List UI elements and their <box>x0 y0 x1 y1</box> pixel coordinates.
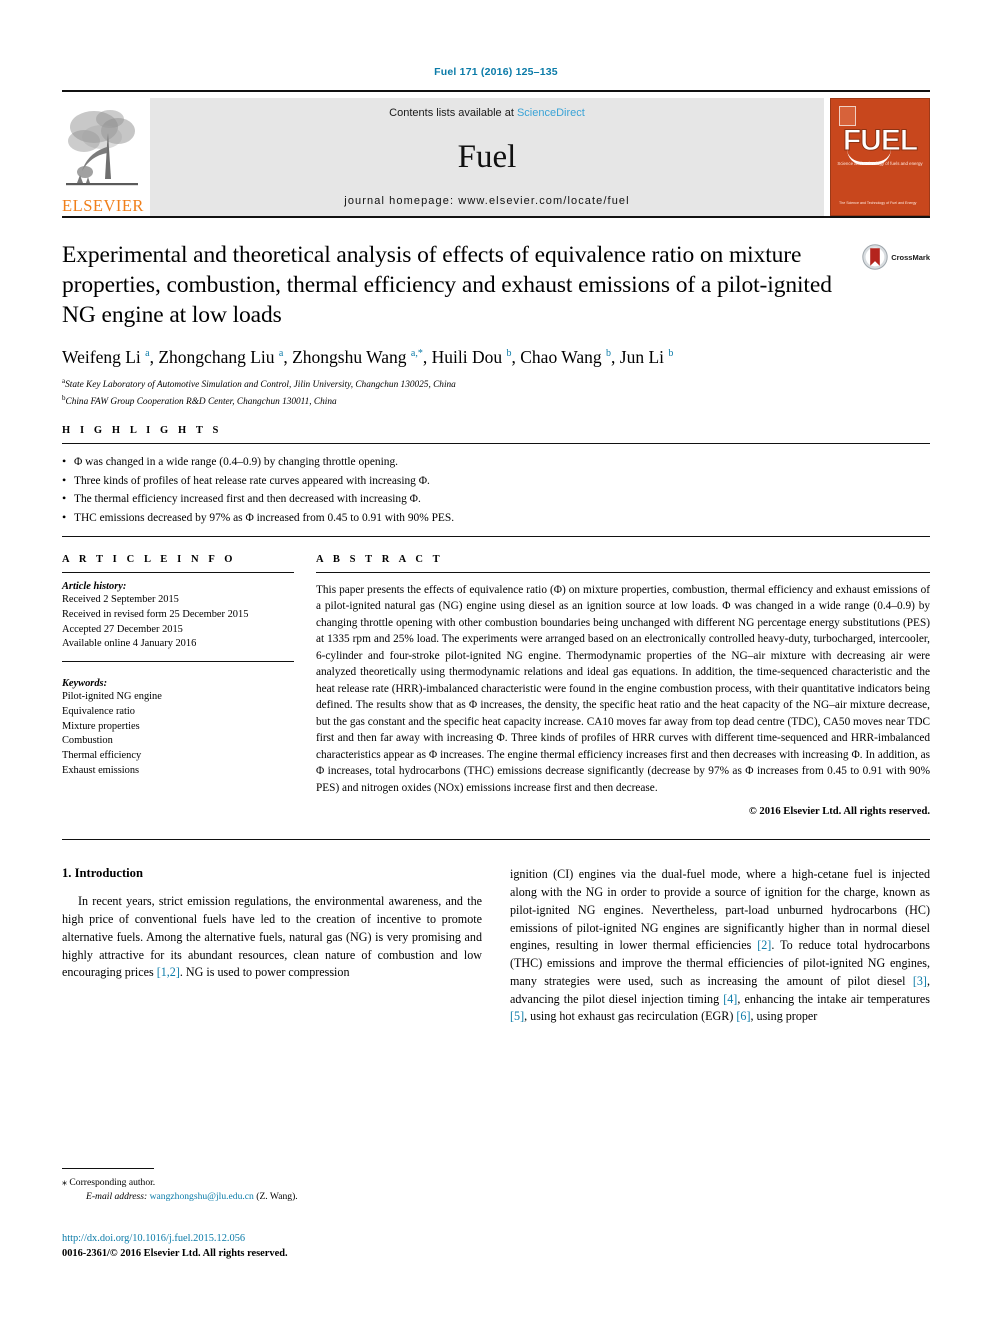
highlights-heading-row: H I G H L I G H T S <box>62 409 930 443</box>
cover-subtitle: Science and technology of fuels and ener… <box>837 161 923 166</box>
history-line: Available online 4 January 2016 <box>62 638 197 650</box>
crossmark-badge[interactable]: CrossMark <box>862 244 930 270</box>
masthead-center-panel: Contents lists available at ScienceDirec… <box>150 98 824 216</box>
cover-footer-text: The Science and Technology of Fuel and E… <box>839 200 917 205</box>
keyword-item: Combustion <box>62 735 113 747</box>
copyright-line: © 2016 Elsevier Ltd. All rights reserved… <box>748 806 930 818</box>
email-label: E-mail address: <box>86 1191 148 1203</box>
article-info-column: A R T I C L E I N F O Article history: R… <box>62 554 294 817</box>
crossmark-icon <box>862 244 888 270</box>
body-column-right: ignition (CI) engines via the dual-fuel … <box>510 866 930 1026</box>
corresponding-author-text: Corresponding author. <box>69 1177 156 1188</box>
affiliation-a-text: State Key Laboratory of Automotive Simul… <box>65 380 456 391</box>
author-list: Weifeng Li a, Zhongchang Liu a, Zhongshu… <box>62 347 674 368</box>
page-footer: http://dx.doi.org/10.1016/j.fuel.2015.12… <box>62 1232 562 1261</box>
keyword-item: Pilot-ignited NG engine <box>62 691 162 703</box>
keyword-item: Thermal efficiency <box>62 750 142 762</box>
body-columns: 1. Introduction In recent years, strict … <box>62 866 930 1026</box>
email-link[interactable]: wangzhongshu@jlu.edu.cn <box>150 1191 254 1202</box>
elsevier-tree-icon <box>66 109 138 185</box>
journal-masthead: ELSEVIER Contents lists available at Sci… <box>62 90 930 216</box>
history-line: Accepted 27 December 2015 <box>62 623 183 635</box>
article-info-heading: A R T I C L E I N F O <box>62 553 237 565</box>
running-head: Fuel 171 (2016) 125–135 <box>434 66 558 78</box>
elsevier-wordmark: ELSEVIER <box>62 195 144 215</box>
body-column-left: 1. Introduction In recent years, strict … <box>62 866 482 1026</box>
keyword-item: Mixture properties <box>62 720 140 732</box>
affiliation-list: aState Key Laboratory of Automotive Simu… <box>62 376 930 409</box>
journal-cover-thumbnail[interactable]: FUEL Science and technology of fuels and… <box>830 98 930 216</box>
email-line: E-mail address: wangzhongshu@jlu.edu.cn … <box>62 1190 492 1204</box>
doi-link[interactable]: http://dx.doi.org/10.1016/j.fuel.2015.12… <box>62 1232 562 1247</box>
article-info-rule <box>62 571 294 573</box>
crossmark-label: CrossMark <box>891 252 930 262</box>
title-block: Experimental and theoretical analysis of… <box>62 240 930 330</box>
elsevier-logo: ELSEVIER <box>62 98 144 216</box>
issn-copyright-line: 0016-2361/© 2016 Elsevier Ltd. All right… <box>62 1247 288 1259</box>
intro-paragraph-left: In recent years, strict emission regulat… <box>62 894 482 980</box>
info-abstract-region: A R T I C L E I N F O Article history: R… <box>62 537 930 817</box>
abstract-bottom-rule <box>62 839 930 841</box>
abstract-body: This paper presents the effects of equiv… <box>316 573 930 796</box>
history-line: Received 2 September 2015 <box>62 593 179 605</box>
keyword-item: Exhaust emissions <box>62 764 140 776</box>
abstract-paragraph: This paper presents the effects of equiv… <box>316 583 931 794</box>
highlights-section: H I G H L I G H T S Φ was changed in a w… <box>62 409 930 536</box>
section-heading-introduction: 1. Introduction <box>62 866 143 881</box>
highlights-heading: H I G H L I G H T S <box>62 425 222 437</box>
corresponding-author-marker: ⁎ <box>62 1177 67 1188</box>
journal-homepage-link[interactable]: journal homepage: www.elsevier.com/locat… <box>344 195 629 207</box>
footnote-rule <box>62 1168 154 1169</box>
affiliation-b-text: China FAW Group Cooperation R&D Center, … <box>65 396 337 407</box>
keywords-block: Keywords: Pilot-ignited NG engine Equiva… <box>62 661 294 779</box>
abstract-column: A B S T R A C T This paper presents the … <box>316 554 930 817</box>
list-item: Φ was changed in a wide range (0.4–0.9) … <box>62 452 930 472</box>
corresponding-author-line: ⁎ Corresponding author. <box>62 1175 492 1190</box>
intro-paragraph-right: ignition (CI) engines via the dual-fuel … <box>510 867 930 1024</box>
sciencedirect-link[interactable]: ScienceDirect <box>517 107 585 119</box>
cover-publisher-badge <box>839 106 856 126</box>
journal-title: Fuel <box>457 138 517 175</box>
footnote-block: ⁎ Corresponding author. E-mail address: … <box>62 1168 492 1205</box>
highlights-list: Φ was changed in a wide range (0.4–0.9) … <box>62 444 930 536</box>
keyword-item: Equivalence ratio <box>62 705 135 717</box>
list-item: THC emissions decreased by 97% as Φ incr… <box>62 507 930 527</box>
email-owner: (Z. Wang). <box>256 1191 298 1203</box>
list-item: Three kinds of profiles of heat release … <box>62 471 930 491</box>
contents-prefix: Contents lists available at <box>389 107 514 119</box>
masthead-bottom-rule <box>62 216 930 218</box>
affiliation-b: bChina FAW Group Cooperation R&D Center,… <box>62 393 930 410</box>
article-history-title: Article history: <box>62 580 127 592</box>
contents-available-line: Contents lists available at ScienceDirec… <box>389 107 585 119</box>
list-item: The thermal efficiency increased first a… <box>62 489 930 509</box>
abstract-heading-row: A B S T R A C T <box>316 554 930 572</box>
article-page: Fuel 171 (2016) 125–135 ELSEVIER Content… <box>0 0 992 1323</box>
history-line: Received in revised form 25 December 201… <box>62 608 249 620</box>
affiliation-a: aState Key Laboratory of Automotive Simu… <box>62 376 930 393</box>
keywords-title: Keywords: <box>62 678 108 690</box>
abstract-heading: A B S T R A C T <box>316 553 444 565</box>
page-title: Experimental and theoretical analysis of… <box>62 242 832 329</box>
